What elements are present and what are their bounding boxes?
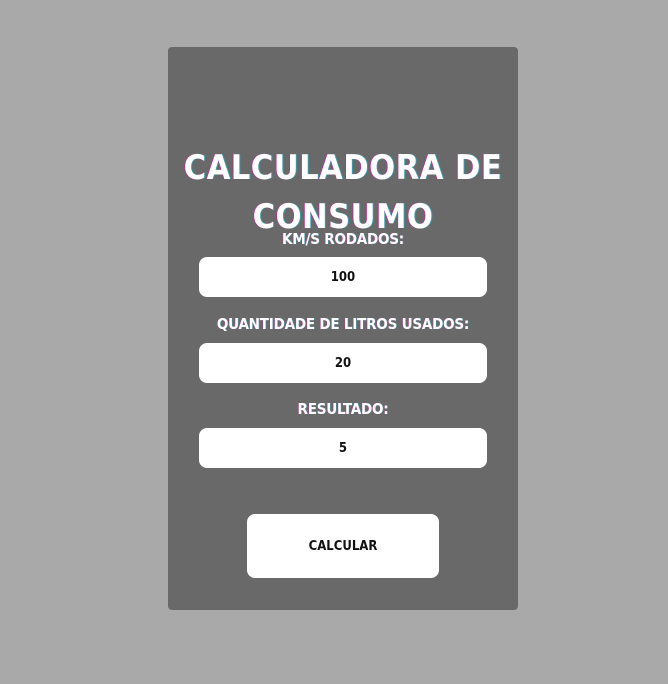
page-title: CALCULADORA DE CONSUMO: [168, 144, 518, 242]
km-input[interactable]: [199, 257, 487, 297]
resultado-output[interactable]: [199, 428, 487, 468]
litros-input[interactable]: [199, 343, 487, 383]
litros-label: QUANTIDADE DE LITROS USADOS:: [216, 315, 470, 333]
calcular-button[interactable]: CALCULAR: [247, 514, 439, 578]
resultado-label: RESULTADO:: [297, 400, 389, 418]
calculator-card: CALCULADORA DECONSUMO KM/S RODADOS: QUAN…: [168, 47, 518, 610]
km-label: KM/S RODADOS:: [282, 230, 404, 248]
title-line-1: CALCULADORA DE: [183, 148, 503, 188]
